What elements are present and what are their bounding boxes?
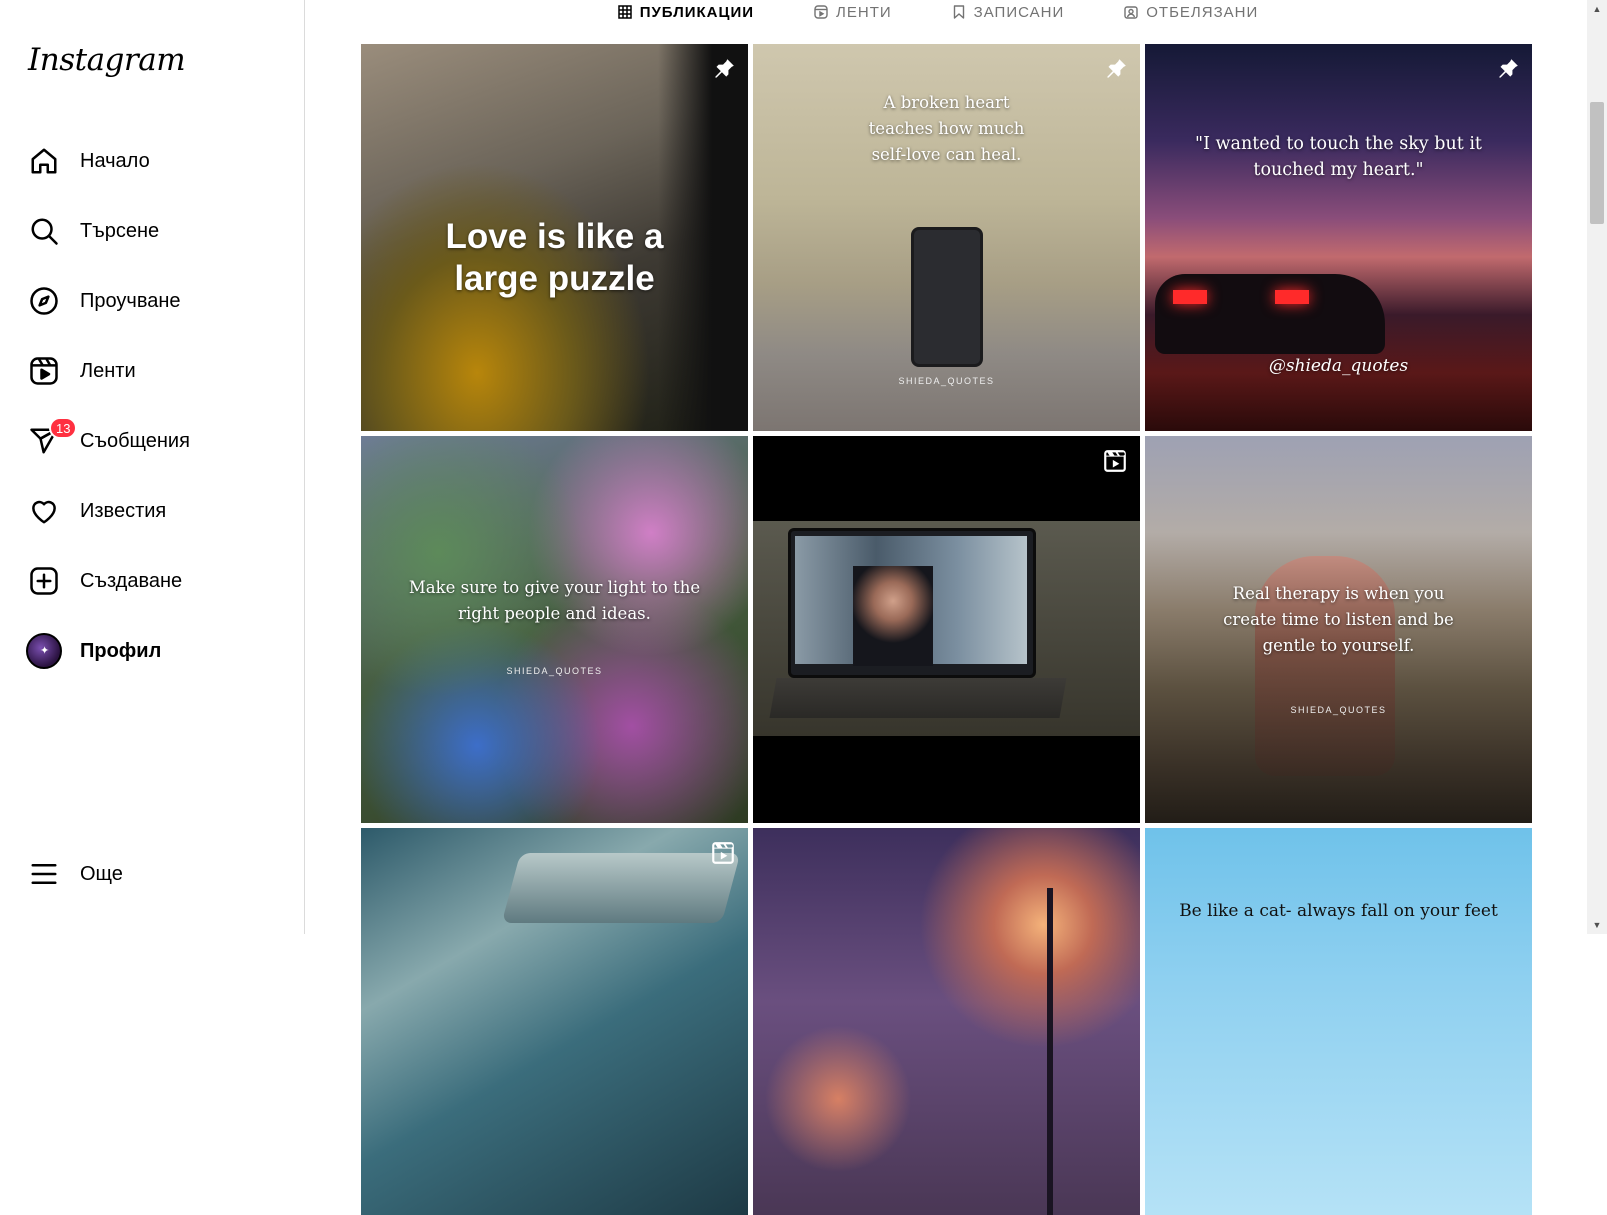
tab-reels-label: ЛЕНТИ: [836, 3, 892, 21]
nav-create[interactable]: Създаване: [24, 555, 284, 607]
reels-icon: [814, 5, 828, 19]
reel-icon: [1102, 448, 1128, 474]
nav-reels-label: Ленти: [80, 359, 136, 382]
post-caption: Make sure to give your light to the righ…: [408, 578, 701, 623]
post-watermark: SHIEDA_QUOTES: [898, 376, 995, 386]
nav-search-label: Търсене: [80, 219, 160, 242]
tab-tagged-label: ОТБЕЛЯЗАНИ: [1146, 3, 1259, 21]
nav-messages[interactable]: 13 Съобщения: [24, 415, 284, 467]
menu-icon: [24, 854, 64, 894]
post-tile[interactable]: A broken heart teaches how much self-lov…: [753, 44, 1140, 431]
plus-square-icon: [24, 561, 64, 601]
post-caption: Be like a cat- always fall on your feet: [1179, 901, 1498, 921]
messages-badge: 13: [49, 417, 78, 439]
bookmark-icon: [952, 5, 966, 19]
heart-icon: [24, 491, 64, 531]
compass-icon: [24, 281, 64, 321]
tab-saved-label: ЗАПИСАНИ: [973, 3, 1065, 21]
post-tile[interactable]: Love is like a large puzzle: [361, 44, 748, 431]
reels-icon: [24, 351, 64, 391]
tab-posts-label: ПУБЛИКАЦИИ: [639, 3, 755, 21]
avatar: [24, 631, 64, 671]
post-watermark: SHIEDA_QUOTES: [1290, 705, 1387, 715]
nav-more-label: Още: [80, 862, 123, 885]
tab-posts[interactable]: ПУБЛИКАЦИИ: [617, 0, 755, 24]
post-caption: "I wanted to touch the sky but it touche…: [1195, 134, 1482, 180]
nav-profile-label: Профил: [80, 639, 162, 662]
scroll-down-icon[interactable]: ▼: [1592, 920, 1602, 930]
scrollbar-thumb[interactable]: [1590, 102, 1604, 224]
post-tile[interactable]: "I wanted to touch the sky but it touche…: [1145, 44, 1532, 431]
home-icon: [24, 141, 64, 181]
post-tile[interactable]: [753, 828, 1140, 1215]
pin-icon: [1102, 56, 1128, 82]
nav-messages-label: Съобщения: [80, 429, 190, 452]
pin-icon: [1494, 56, 1520, 82]
nav-explore[interactable]: Проучване: [24, 275, 284, 327]
nav-notifications[interactable]: Известия: [24, 485, 284, 537]
post-tile[interactable]: Be like a cat- always fall on your feet: [1145, 828, 1532, 1215]
nav-home[interactable]: Начало: [24, 135, 284, 187]
scroll-up-icon[interactable]: ▲: [1592, 4, 1602, 14]
profile-tabs: ПУБЛИКАЦИИ ЛЕНТИ ЗАПИСАНИ ОТБЕЛЯЗАНИ: [305, 0, 1571, 24]
instagram-logo[interactable]: Instagram: [28, 42, 186, 78]
tab-reels[interactable]: ЛЕНТИ: [814, 0, 892, 24]
reel-icon: [710, 840, 736, 866]
search-icon: [24, 211, 64, 251]
pin-icon: [710, 56, 736, 82]
post-caption: Love is like a large puzzle: [445, 217, 664, 298]
post-watermark: SHIEDA_QUOTES: [506, 666, 603, 676]
nav-more[interactable]: Още: [24, 848, 284, 900]
nav-profile[interactable]: Профил: [24, 625, 284, 677]
post-tile[interactable]: [753, 436, 1140, 823]
nav-home-label: Начало: [80, 149, 150, 172]
nav-search[interactable]: Търсене: [24, 205, 284, 257]
post-tile[interactable]: Real therapy is when you create time to …: [1145, 436, 1532, 823]
scrollbar[interactable]: ▲ ▼: [1587, 0, 1607, 934]
sidebar: Instagram Начало Търсене Проучване Ленти…: [0, 0, 305, 934]
tab-saved[interactable]: ЗАПИСАНИ: [952, 0, 1065, 24]
post-signature: @shieda_quotes: [1268, 356, 1409, 376]
tagged-user-icon: [1124, 5, 1138, 19]
post-caption: Real therapy is when you create time to …: [1223, 584, 1454, 655]
post-caption: A broken heart teaches how much self-lov…: [868, 93, 1025, 164]
nav-notifications-label: Известия: [80, 499, 167, 522]
nav-explore-label: Проучване: [80, 289, 181, 312]
nav-create-label: Създаване: [80, 569, 183, 592]
post-tile[interactable]: Make sure to give your light to the righ…: [361, 436, 748, 823]
post-tile[interactable]: [361, 828, 748, 1215]
nav-reels[interactable]: Ленти: [24, 345, 284, 397]
grid-icon: [617, 5, 632, 19]
tab-tagged[interactable]: ОТБЕЛЯЗАНИ: [1124, 0, 1258, 24]
messenger-icon: 13: [24, 417, 78, 461]
